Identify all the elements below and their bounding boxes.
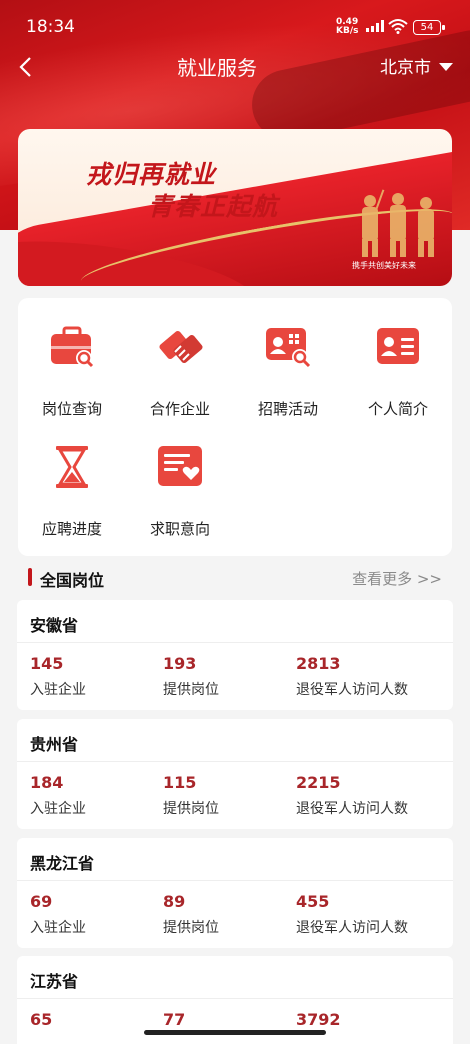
stat-label: 入驻企业 [30,920,86,936]
divider [17,761,453,762]
home-indicator[interactable] [144,1030,326,1035]
banner-slogan: 携手共创美好未来 [352,261,416,270]
stat-companies: 145 入驻企业 [30,654,86,699]
stat-label: 入驻企业 [30,801,86,817]
province-name: 江苏省 [30,972,79,991]
service-label: 岗位查询 [41,400,102,418]
service-label: 招聘活动 [257,400,318,418]
province-name: 黑龙江省 [30,854,95,873]
service-label: 求职意向 [149,520,210,538]
service-label: 个人简介 [367,400,428,418]
divider [17,642,453,643]
stat-positions: 77 [163,1010,185,1029]
recruit-search-icon [266,328,311,368]
stat-value: 145 [30,654,64,673]
network-speed-unit: KB/s [336,26,359,36]
stat-value: 77 [163,1010,186,1029]
signal-icon [366,20,384,32]
divider [17,998,453,999]
handshake-icon [159,330,203,364]
banner-headline-2: 青春正起航 [148,192,279,221]
banner-headline-1: 戎归再就业 [86,160,217,189]
stat-companies: 184 入驻企业 [30,773,86,818]
briefcase-search-icon [51,326,94,368]
stat-label: 退役军人访问人数 [296,801,408,817]
province-card[interactable]: 安徽省 145 入驻企业 193 提供岗位 2813 退役军人访问人数 [17,600,453,710]
stat-companies: 65 [30,1010,52,1029]
stat-visitors: 2813 退役军人访问人数 [296,654,408,699]
stat-visitors: 2215 退役军人访问人数 [296,773,408,818]
stat-value: 2813 [296,654,341,673]
service-label: 应聘进度 [41,520,102,538]
divider [17,880,453,881]
service-application-progress[interactable]: 应聘进度 [18,442,126,539]
stat-value: 65 [30,1010,53,1029]
stat-value: 193 [163,654,197,673]
service-label: 合作企业 [149,400,210,418]
stat-label: 退役军人访问人数 [296,920,408,936]
battery-indicator: 54 [413,20,445,35]
stat-positions: 193 提供岗位 [163,654,219,699]
service-personal-profile[interactable]: 个人简介 [344,322,452,419]
nav-bar: 就业服务 北京市 [0,44,470,88]
id-card-icon [377,328,419,364]
stat-value: 115 [163,773,197,792]
chevron-down-icon[interactable] [439,63,453,71]
province-card[interactable]: 贵州省 184 入驻企业 115 提供岗位 2215 退役军人访问人数 [17,719,453,829]
service-partner-companies[interactable]: 合作企业 [126,322,234,419]
province-name: 安徽省 [30,616,79,635]
network-speed: 0.49 KB/s [336,18,358,36]
stat-value: 2215 [296,773,341,792]
stat-positions: 115 提供岗位 [163,773,219,818]
section-title: 全国岗位 [40,571,105,590]
stat-label: 入驻企业 [30,682,86,698]
stat-label: 退役军人访问人数 [296,682,408,698]
stat-positions: 89 提供岗位 [163,892,219,937]
promo-banner[interactable]: 戎归再就业 青春正起航 携手共创美好未来 [18,129,452,286]
status-time: 18:34 [26,17,75,37]
stat-label: 提供岗位 [163,801,219,817]
province-card[interactable]: 黑龙江省 69 入驻企业 89 提供岗位 455 退役军人访问人数 [17,838,453,948]
stat-value: 69 [30,892,53,911]
wifi-icon [388,19,408,34]
heart-form-icon [158,446,202,486]
stat-label: 提供岗位 [163,920,219,936]
service-recruitment-events[interactable]: 招聘活动 [234,322,342,419]
stat-value: 89 [163,892,186,911]
service-job-search[interactable]: 岗位查询 [18,322,126,419]
stat-companies: 69 入驻企业 [30,892,86,937]
stat-label: 提供岗位 [163,682,219,698]
service-grid: 岗位查询 合作企业 招聘活动 个人简介 应聘进度 求职意向 [18,298,452,556]
stat-value: 3792 [296,1010,341,1029]
page-title: 就业服务 [177,56,257,80]
province-name: 贵州省 [30,735,79,754]
view-more-link[interactable]: 查看更多 >> [352,568,442,589]
section-accent-bar [28,568,32,586]
stat-visitors: 455 退役军人访问人数 [296,892,408,937]
stat-visitors: 3792 [296,1010,341,1029]
section-header: 全国岗位 查看更多 >> [18,564,452,592]
status-bar: 18:34 0.49 KB/s 54 [0,0,470,44]
city-selector[interactable]: 北京市 [380,53,431,78]
stat-value: 455 [296,892,330,911]
stat-value: 184 [30,773,64,792]
service-job-intention[interactable]: 求职意向 [126,442,234,539]
hourglass-icon [56,446,88,488]
soldiers-illustration [362,189,434,257]
